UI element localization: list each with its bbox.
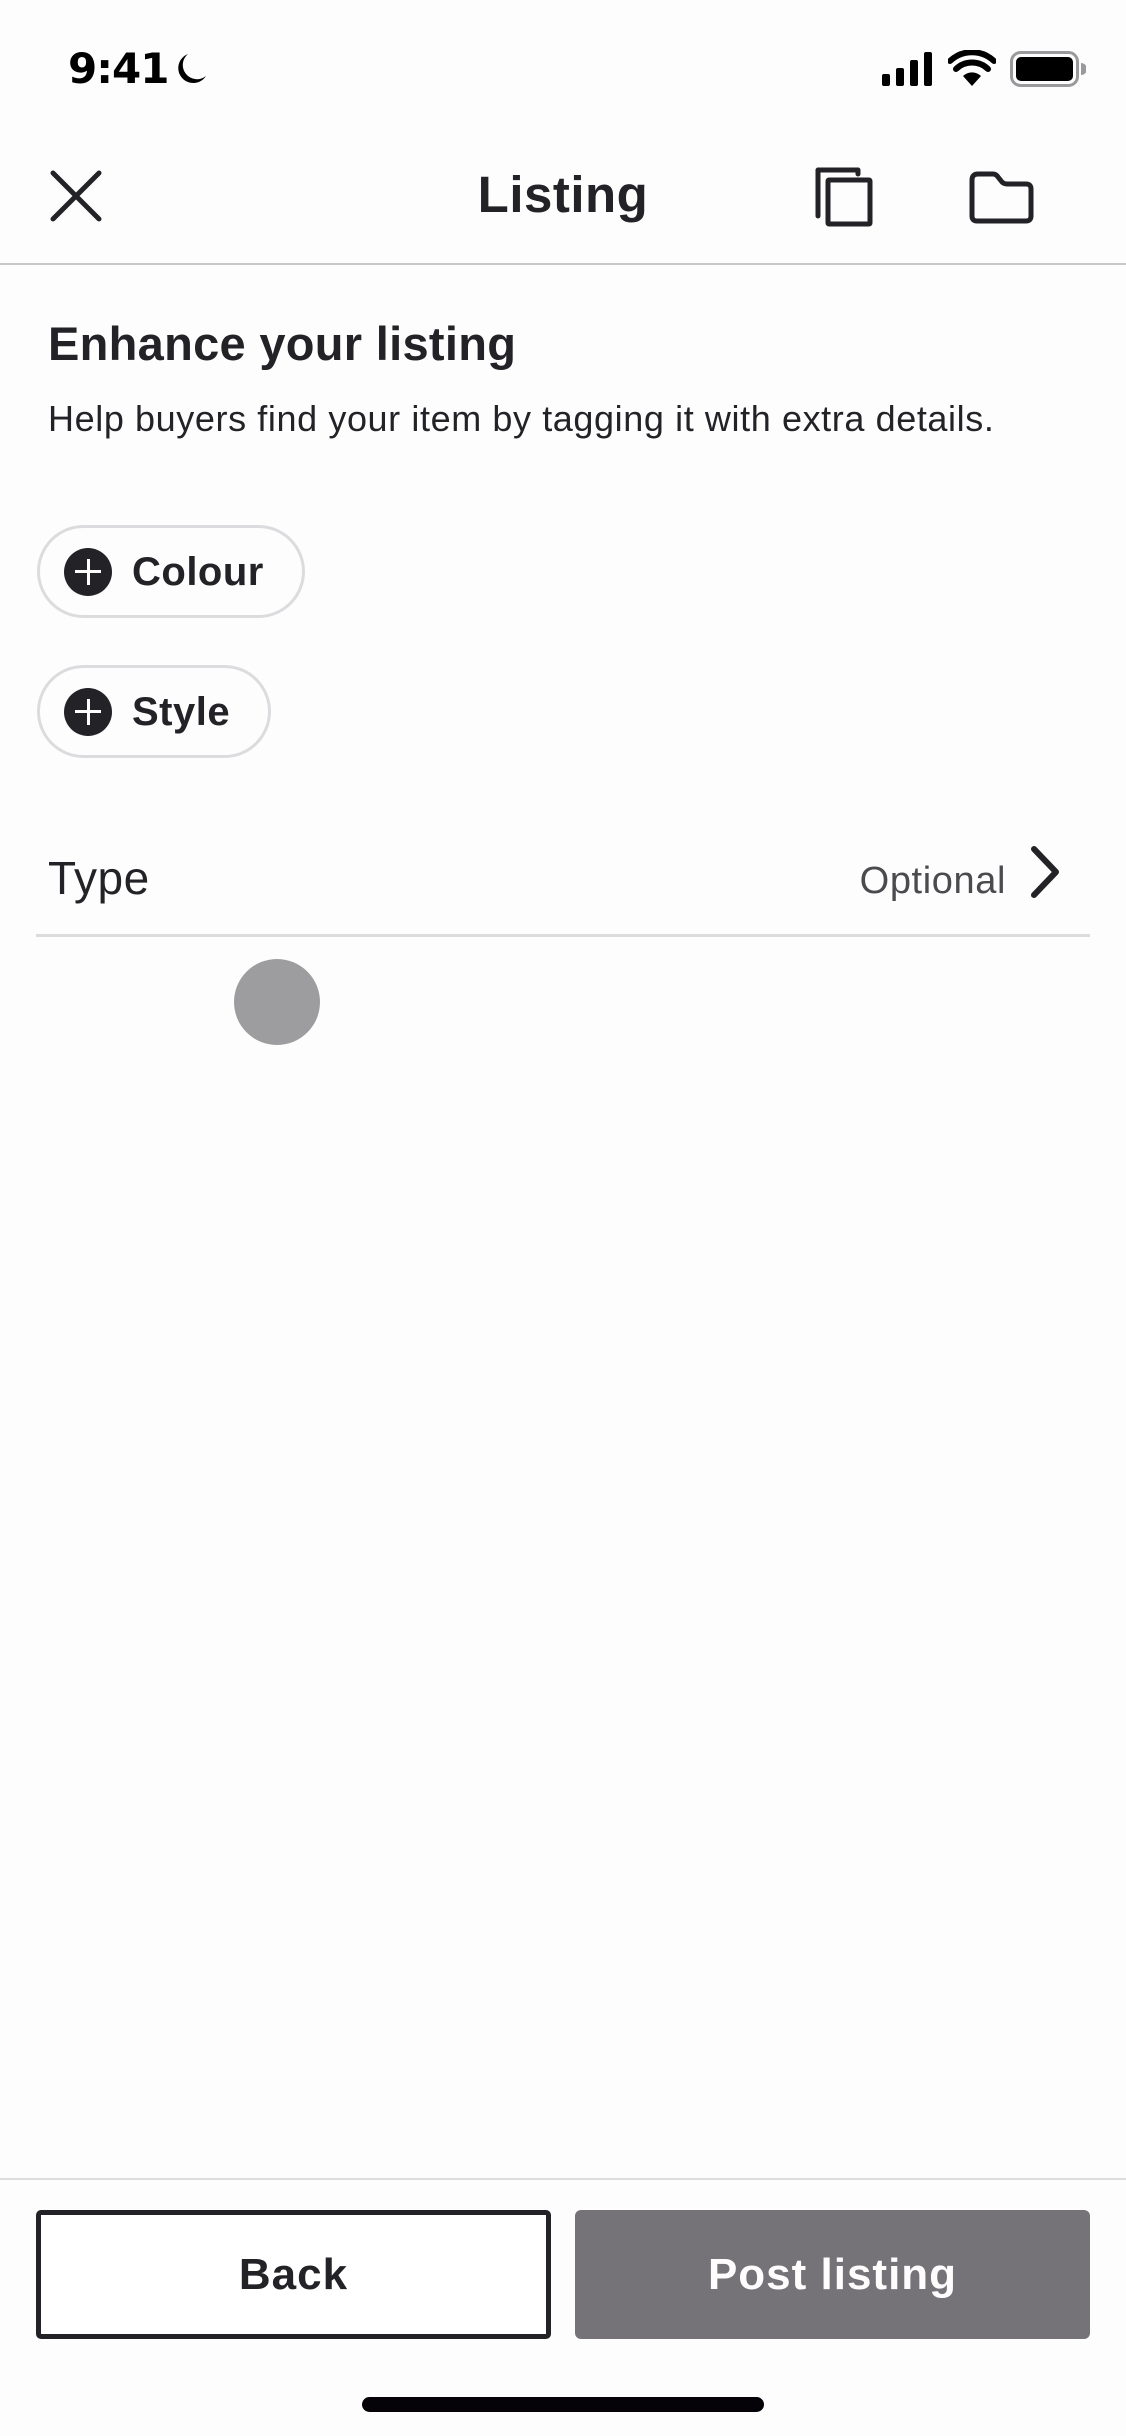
footer-divider xyxy=(0,2178,1126,2180)
type-value: Optional xyxy=(859,860,1006,902)
page-title: Listing xyxy=(477,166,649,223)
chip-label: Colour xyxy=(132,549,264,594)
section-heading: Enhance your listing xyxy=(48,317,517,370)
type-label: Type xyxy=(48,852,150,904)
section-description: Help buyers find your item by tagging it… xyxy=(48,398,995,439)
folder-icon xyxy=(969,171,1034,224)
wifi-icon xyxy=(948,50,996,86)
duplicate-button[interactable] xyxy=(806,160,880,234)
duplicate-icon xyxy=(815,167,873,227)
add-colour-chip[interactable]: Colour xyxy=(37,525,305,618)
plus-circle-icon xyxy=(64,687,112,736)
chip-label: Style xyxy=(132,689,231,734)
chevron-right-icon xyxy=(1031,846,1059,898)
touch-indicator xyxy=(234,959,320,1045)
type-row[interactable]: Type Optional xyxy=(36,820,1090,937)
status-time: 9:41 xyxy=(68,44,169,93)
add-style-chip[interactable]: Style xyxy=(37,665,272,758)
moon-icon xyxy=(178,54,206,84)
post-listing-button[interactable]: Post listing xyxy=(575,2210,1090,2339)
header-divider xyxy=(0,263,1126,265)
battery-icon xyxy=(1010,51,1086,87)
plus-circle-icon xyxy=(64,547,112,596)
folder-button[interactable] xyxy=(962,160,1038,234)
back-button[interactable]: Back xyxy=(36,2210,551,2339)
home-indicator[interactable] xyxy=(362,2397,764,2412)
cellular-signal-icon xyxy=(882,52,932,86)
